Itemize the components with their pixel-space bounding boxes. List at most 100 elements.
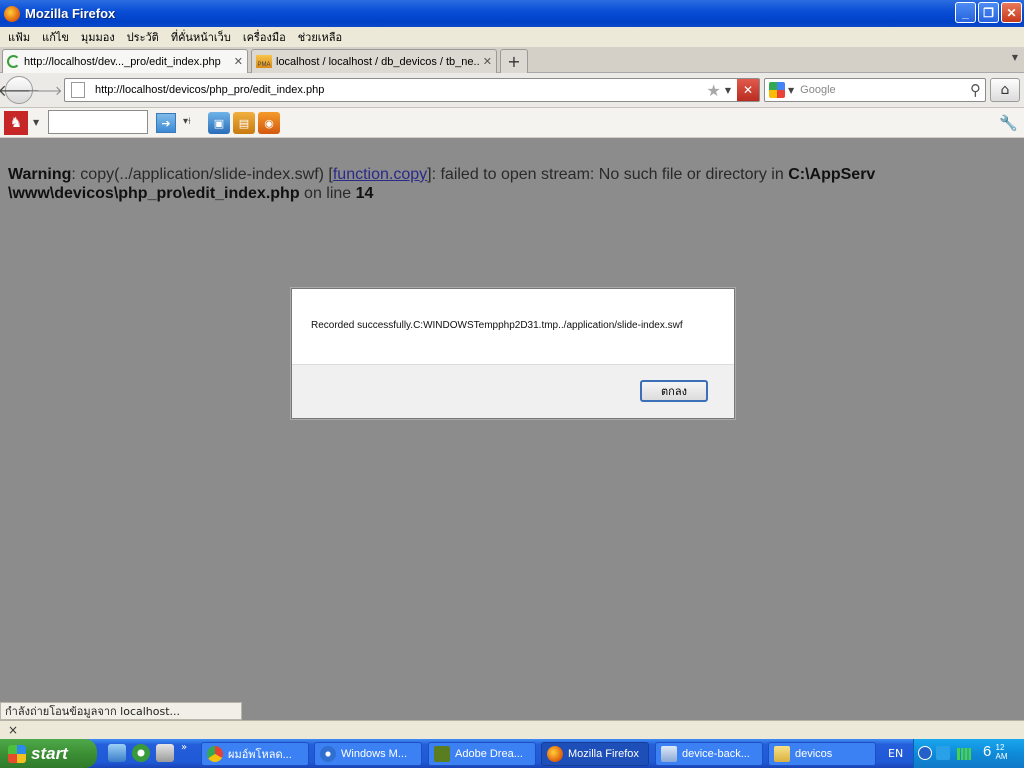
page-content: Warning: copy(../application/slide-index…	[0, 138, 1024, 722]
page-icon	[71, 82, 85, 98]
start-button[interactable]: start	[0, 739, 97, 768]
close-icon[interactable]: ×	[8, 723, 18, 737]
find-bar: ×	[0, 720, 1024, 739]
show-desktop-icon[interactable]	[108, 744, 126, 762]
windows-flag-icon	[8, 744, 26, 763]
search-input[interactable]: Google	[800, 84, 970, 96]
windows-media-icon	[320, 746, 336, 762]
taskbar-item-label: Mozilla Firefox	[568, 748, 639, 760]
warning-text: on line	[299, 185, 356, 202]
addon-icon-3[interactable]: ◉	[258, 112, 280, 134]
addon-split-icon[interactable]: ▾⟊	[183, 116, 191, 127]
quicklaunch-app-icon[interactable]	[156, 744, 174, 762]
clock-hour: 6	[983, 743, 992, 760]
loading-spinner-icon	[7, 55, 20, 68]
addon-icon-1[interactable]: ▣	[208, 112, 230, 134]
notepad-icon	[661, 746, 677, 762]
url-bar[interactable]: http://localhost/devicos/php_pro/edit_in…	[64, 78, 760, 102]
firefox-icon	[547, 746, 563, 762]
network-icon[interactable]	[936, 746, 950, 760]
phpmyadmin-icon: PMA	[256, 55, 272, 68]
window-controls: _ ❐ ✕	[955, 2, 1022, 23]
tab-bar: http://localhost/dev..._pro/edit_index.p…	[0, 47, 1024, 73]
clock-ampm: AM	[995, 752, 1008, 761]
search-bar[interactable]: ▼ Google ⚲	[764, 78, 986, 102]
addon-go-button[interactable]: ➔	[156, 113, 176, 133]
quicklaunch-more-icon[interactable]: »	[181, 742, 187, 753]
star-icon[interactable]: ★	[707, 81, 721, 100]
close-window-button[interactable]: ✕	[1001, 2, 1022, 23]
restore-button[interactable]: ❐	[978, 2, 999, 23]
addon-dropdown-icon[interactable]: ▼	[33, 118, 39, 127]
magnifier-icon[interactable]: ⚲	[970, 81, 981, 99]
taskbar-item-label: device-back...	[682, 748, 750, 760]
taskbar-item-label: Windows M...	[341, 748, 408, 760]
minimize-button[interactable]: _	[955, 2, 976, 23]
addon-toolbar: ♞ ▼ ➔ ▾⟊ ▣ ▤ ◉ 🔧	[0, 108, 1024, 138]
dreamweaver-icon	[434, 746, 450, 762]
taskbar-item-devicos[interactable]: devicos	[768, 742, 876, 766]
firefox-icon	[4, 5, 20, 22]
ok-button[interactable]: ตกลง	[640, 380, 708, 402]
home-icon: ⌂	[1000, 82, 1010, 98]
alert-dialog: Recorded successfully.C:WINDOWSTempphp2D…	[291, 288, 735, 419]
wrench-icon[interactable]: 🔧	[999, 114, 1018, 132]
addon-logo-icon[interactable]: ♞	[4, 111, 28, 135]
taskbar-item-label: Adobe Drea...	[455, 748, 523, 760]
dialog-message: Recorded successfully.C:WINDOWSTempphp2D…	[311, 320, 683, 331]
status-bar: กำลังถ่ายโอนข้อมูลจาก localhost...	[0, 702, 242, 720]
taskbar-item-label: devicos	[795, 748, 833, 760]
taskbar-item-firefox[interactable]: Mozilla Firefox	[541, 742, 649, 766]
warning-line-number: 14	[355, 185, 374, 202]
tab-close-icon[interactable]: ✕	[234, 55, 243, 68]
clock-minute: 12	[995, 743, 1005, 752]
warning-text: ]: failed to open stream: No such file o…	[427, 166, 789, 183]
url-text[interactable]: http://localhost/devicos/php_pro/edit_in…	[95, 84, 707, 96]
menu-tools[interactable]: เครื่องมือ	[239, 28, 294, 46]
signal-icon[interactable]	[957, 748, 971, 760]
language-indicator[interactable]: EN	[888, 747, 903, 760]
menu-edit[interactable]: แก้ไข	[38, 28, 77, 46]
menu-help[interactable]: ช่วยเหลือ	[294, 28, 350, 46]
dialog-footer: ตกลง	[292, 364, 734, 418]
utorrent-icon[interactable]	[132, 744, 150, 762]
menu-bar: แฟ้ม แก้ไข มุมมอง ประวัติ ที่คั่นหน้าเว็…	[0, 27, 1024, 47]
taskbar-item-windows-media[interactable]: Windows M...	[314, 742, 422, 766]
menu-file[interactable]: แฟ้ม	[4, 28, 38, 46]
tab-edit-index[interactable]: http://localhost/dev..._pro/edit_index.p…	[2, 49, 248, 73]
addon-search-input[interactable]	[48, 110, 148, 134]
url-dropdown-icon[interactable]: ▼	[725, 86, 731, 95]
window-titlebar[interactable]: Mozilla Firefox _ ❐ ✕	[0, 0, 1024, 27]
windows-taskbar: start » ผมอ์พโหลด... Windows M... Adobe …	[0, 739, 1024, 768]
tab-label: http://localhost/dev..._pro/edit_index.p…	[24, 55, 221, 68]
home-button[interactable]: ⌂	[990, 78, 1020, 102]
clock[interactable]: 6 12 AM	[983, 743, 1008, 761]
tray-back-icon[interactable]	[918, 746, 932, 760]
new-tab-button[interactable]: +	[500, 49, 528, 73]
stop-button[interactable]: ✕	[737, 79, 759, 101]
taskbar-item-dreamweaver[interactable]: Adobe Drea...	[428, 742, 536, 766]
taskbar-item-device-back[interactable]: device-back...	[655, 742, 763, 766]
php-warning: Warning: copy(../application/slide-index…	[8, 165, 1013, 203]
function-copy-link[interactable]: function.copy	[333, 166, 427, 183]
tab-list-icon[interactable]: ▼	[1012, 53, 1018, 62]
tab-phpmyadmin[interactable]: PMA localhost / localhost / db_devicos /…	[251, 49, 497, 73]
forward-button[interactable]: 🡒	[28, 81, 63, 100]
search-engine-dropdown-icon[interactable]: ▼	[788, 86, 794, 95]
warning-text: : copy(../application/slide-index.swf) [	[71, 166, 333, 183]
google-icon[interactable]	[769, 82, 785, 98]
navigation-toolbar: 🡐 🡒 http://localhost/devicos/php_pro/edi…	[0, 73, 1024, 108]
menu-history[interactable]: ประวัติ	[123, 28, 167, 46]
addon-icon-2[interactable]: ▤	[233, 112, 255, 134]
tab-close-icon[interactable]: ✕	[483, 55, 492, 68]
forward-arrow-icon: 🡒	[27, 83, 63, 99]
chrome-icon	[207, 746, 223, 762]
taskbar-item-label: ผมอ์พโหลด...	[228, 749, 292, 761]
taskbar-item-chrome[interactable]: ผมอ์พโหลด...	[201, 742, 309, 766]
menu-bookmarks[interactable]: ที่คั่นหน้าเว็บ	[167, 28, 239, 46]
window-title: Mozilla Firefox	[25, 6, 116, 21]
menu-view[interactable]: มุมมอง	[77, 28, 123, 46]
start-label: start	[31, 743, 68, 763]
tab-label: localhost / localhost / db_devicos / tb_…	[276, 55, 479, 68]
system-tray: 6 12 AM	[913, 739, 1024, 768]
